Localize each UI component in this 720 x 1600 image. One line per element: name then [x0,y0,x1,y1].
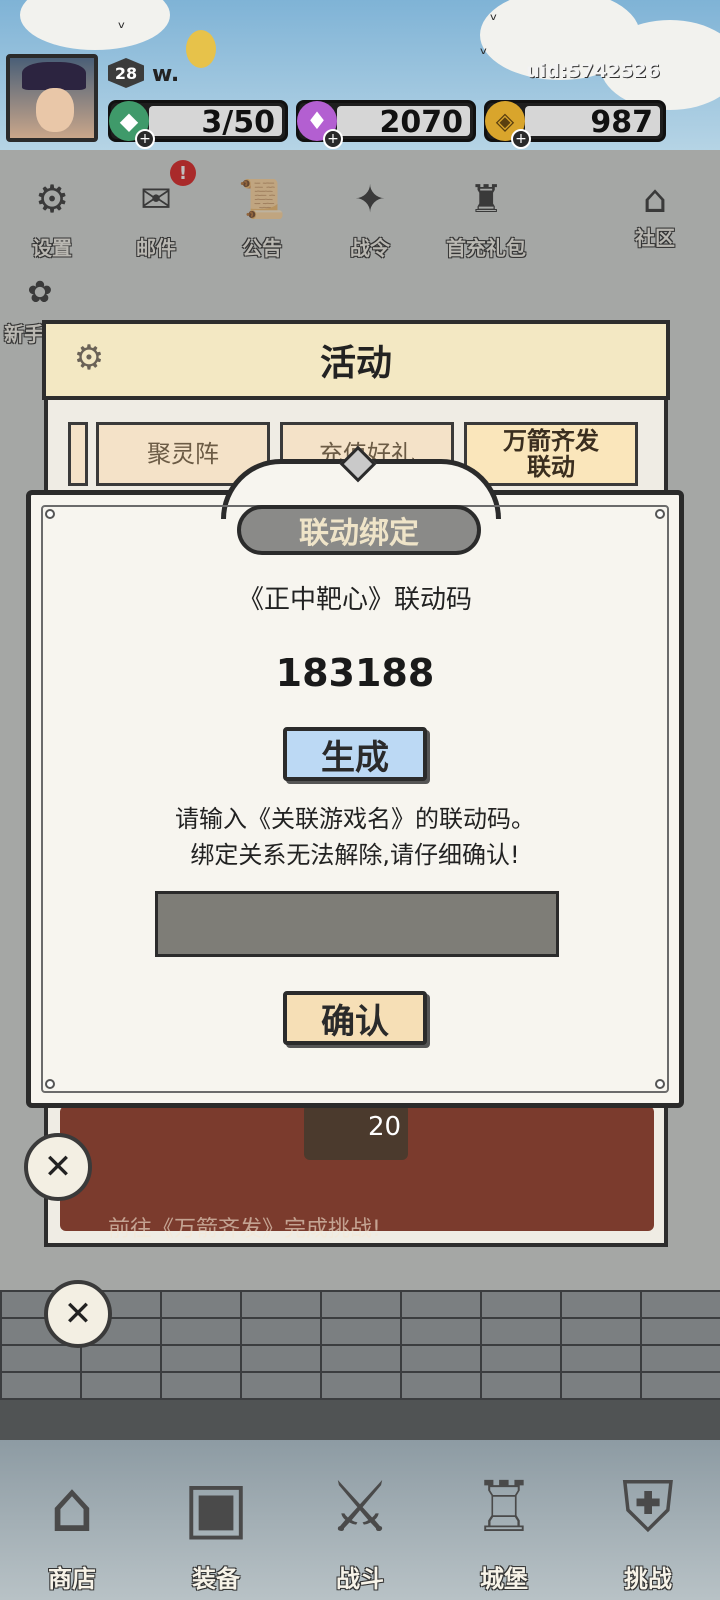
plus-icon[interactable]: + [511,129,531,149]
activity-emblem-icon: ⚙ [73,338,105,378]
corner-rivet [655,1079,665,1089]
player-uid: uid:5742526 [526,60,660,82]
reward-value: 20 [368,1112,402,1142]
coins-bar[interactable]: ◈ + 987 [484,100,666,149]
gems-value: 2070 [379,105,464,140]
plus-icon[interactable]: + [323,129,343,149]
nav-shop[interactable]: ⌂ 商店 [0,1440,144,1600]
player-avatar[interactable] [6,54,98,142]
avatar-hat [22,62,86,90]
bottom-nav: ⌂ 商店 ▣ 装备 ⚔ 战斗 ♖ 城堡 ⛨ 挑战 [0,1440,720,1600]
activity-title-bar: ⚙ 活动 [42,320,670,400]
bird-icon: ᵛ [118,18,126,39]
close-icon[interactable]: ✕ [24,1133,92,1201]
confirm-button[interactable]: 确认 [283,991,427,1045]
nav-challenge[interactable]: ⛨ 挑战 [576,1440,720,1600]
collab-code-label: 《正中靶心》联动码 [237,585,472,615]
bind-dialog: 联动绑定 《正中靶心》联动码 183188 生成 请输入《关联游戏名》的联动码。… [26,445,684,1108]
collab-code-input[interactable] [155,891,559,957]
crossed-swords-icon: ⚔ [328,1466,392,1548]
dialog-title-plate: 联动绑定 [237,505,481,555]
castle-icon: ♖ [472,1466,536,1548]
gems-bar[interactable]: ♦ + 2070 [296,100,476,149]
shop-hut-icon: ⌂ [49,1466,95,1548]
corner-rivet [45,509,55,519]
bird-icon: ᵛ [480,44,488,65]
nav-castle[interactable]: ♖ 城堡 [432,1440,576,1600]
dialog-title: 联动绑定 [299,516,419,551]
shield-icon: ⛨ [621,1465,675,1548]
energy-bar[interactable]: ◆ + 3/50 [108,100,288,149]
bird-icon: ᵛ [490,10,498,31]
player-name: w. [152,62,180,87]
coins-value: 987 [590,105,653,140]
activity-banner-text: 前往《万箭齐发》完成挑战! [108,1217,381,1242]
avatar-face [36,88,74,132]
instruction-line-1: 请输入《关联游戏名》的联动码。 [175,805,535,833]
energy-value: 3/50 [201,105,275,140]
nav-battle[interactable]: ⚔ 战斗 [288,1440,432,1600]
plus-icon[interactable]: + [135,129,155,149]
collab-code-value: 183188 [275,651,435,695]
activity-title: 活动 [319,343,392,384]
nav-equipment[interactable]: ▣ 装备 [144,1440,288,1600]
instruction-line-2: 绑定关系无法解除,请仔细确认! [190,841,520,869]
tab-collab[interactable]: 万箭齐发 联动 [464,422,638,486]
close-icon[interactable]: ✕ [44,1280,112,1348]
cloud [186,30,216,68]
bind-instructions: 请输入《关联游戏名》的联动码。 绑定关系无法解除,请仔细确认! [31,801,679,873]
tab-partial[interactable] [68,422,88,486]
backpack-icon: ▣ [182,1466,250,1548]
corner-rivet [45,1079,55,1089]
generate-button[interactable]: 生成 [283,727,427,781]
corner-rivet [655,509,665,519]
